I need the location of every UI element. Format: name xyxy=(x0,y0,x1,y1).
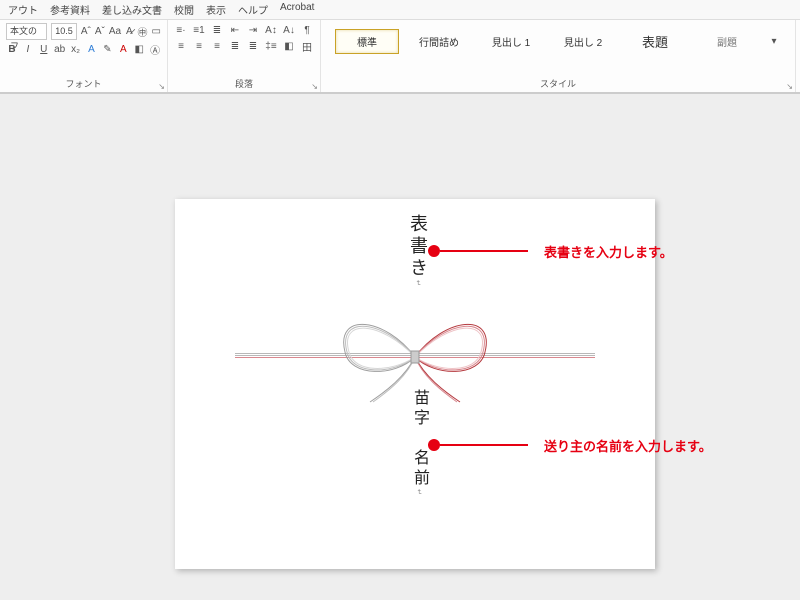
annotation-dot-2 xyxy=(428,439,440,451)
distributed-icon[interactable]: ≣ xyxy=(246,39,260,53)
name-text-value: 苗字 名前 xyxy=(411,389,428,489)
subsup-icon[interactable]: x₂ xyxy=(70,42,82,56)
group-paragraph: ≡· ≡1 ≣ ⇤ ⇥ A↕ A↓ ¶ ≡ ≡ ≡ ≣ ≣ ‡≡ ◧ xyxy=(168,20,321,92)
text-direction-icon[interactable]: A↕ xyxy=(264,23,278,37)
indent-inc-icon[interactable]: ⇥ xyxy=(246,23,260,37)
ribbon-tabs: アウト 参考資料 差し込み文書 校閲 表示 ヘルプ Acrobat xyxy=(0,0,800,19)
tab-acrobat[interactable]: Acrobat xyxy=(278,2,316,17)
increase-font-icon[interactable]: Aˆ xyxy=(81,25,91,39)
sort-icon[interactable]: A↓ xyxy=(282,23,296,37)
style-normal[interactable]: 標準 xyxy=(335,29,399,54)
enclose-icon[interactable]: Ⓐ xyxy=(149,42,161,56)
decrease-font-icon[interactable]: Aˇ xyxy=(95,25,105,39)
styles-more-icon[interactable]: ▾ xyxy=(767,35,781,49)
shading-icon[interactable]: ◧ xyxy=(282,39,296,53)
font-color-icon[interactable]: A xyxy=(117,42,129,56)
tab-mailings[interactable]: 差し込み文書 xyxy=(100,2,164,17)
showmarks-icon[interactable]: ¶ xyxy=(300,23,314,37)
texteffects-icon[interactable]: A xyxy=(86,42,98,56)
style-nospacing[interactable]: 行間詰め xyxy=(407,29,471,54)
align-left-icon[interactable]: ≡ xyxy=(174,39,188,53)
title-text-value: 表書き xyxy=(408,214,428,280)
group-font: 本文のフ 10.5 Aˆ Aˇ Aa A̷ ㊥ ▭ B I U ab x₂ A … xyxy=(0,20,168,92)
style-subtitle[interactable]: 副題 xyxy=(695,29,759,54)
font-name-select[interactable]: 本文のフ xyxy=(6,23,47,40)
highlight-icon[interactable]: ✎ xyxy=(101,42,113,56)
enclose-char-icon[interactable]: ㊥ xyxy=(138,25,148,39)
clear-format-icon[interactable]: A̷ xyxy=(125,25,133,39)
underline-icon[interactable]: U xyxy=(38,42,50,56)
style-title[interactable]: 表題 xyxy=(623,27,687,56)
tab-references[interactable]: 参考資料 xyxy=(48,2,92,17)
ribbon-body: 本文のフ 10.5 Aˆ Aˇ Aa A̷ ㊥ ▭ B I U ab x₂ A … xyxy=(0,19,800,92)
annotation-line-2 xyxy=(440,444,528,446)
strike-icon[interactable]: ab xyxy=(54,42,66,56)
numbering-icon[interactable]: ≡1 xyxy=(192,23,206,37)
char-shade-icon[interactable]: ◧ xyxy=(133,42,145,56)
group-styles: 標準 行間詰め 見出し 1 見出し 2 表題 副題 ▾ スタイル xyxy=(321,20,796,92)
char-border-icon[interactable]: ▭ xyxy=(152,25,161,39)
italic-icon[interactable]: I xyxy=(22,42,34,56)
line-spacing-icon[interactable]: ‡≡ xyxy=(264,39,278,53)
style-heading2[interactable]: 見出し 2 xyxy=(551,29,615,54)
tab-review[interactable]: 校閲 xyxy=(172,2,196,17)
annotation-label-1: 表書きを入力します。 xyxy=(544,242,673,261)
phonetic-guide-icon[interactable]: Aa xyxy=(109,25,121,39)
bold-icon[interactable]: B xyxy=(6,42,18,56)
group-styles-label: スタイル xyxy=(327,75,789,90)
cr-mark-icon: ↵ xyxy=(415,489,423,499)
indent-dec-icon[interactable]: ⇤ xyxy=(228,23,242,37)
annotation-label-2: 送り主の名前を入力します。 xyxy=(544,436,712,455)
style-heading1[interactable]: 見出し 1 xyxy=(479,29,543,54)
cr-mark-icon: ↵ xyxy=(414,280,422,290)
multilevel-icon[interactable]: ≣ xyxy=(210,23,224,37)
tab-help[interactable]: ヘルプ xyxy=(236,2,270,17)
annotation-dot-1 xyxy=(428,245,440,257)
annotation-line-1 xyxy=(440,250,528,252)
font-size-select[interactable]: 10.5 xyxy=(51,23,77,40)
tab-layout[interactable]: アウト xyxy=(6,2,40,17)
document-workspace: 表書き↵ xyxy=(0,94,800,600)
tab-view[interactable]: 表示 xyxy=(204,2,228,17)
group-editing: 🔍検索 ↔置換 ▭選択 編集 xyxy=(796,20,800,92)
group-font-label: フォント xyxy=(6,75,161,90)
ribbon: アウト 参考資料 差し込み文書 校閲 表示 ヘルプ Acrobat 本文のフ 1… xyxy=(0,0,800,94)
align-justify-icon[interactable]: ≣ xyxy=(228,39,242,53)
bullets-icon[interactable]: ≡· xyxy=(174,23,188,37)
align-right-icon[interactable]: ≡ xyxy=(210,39,224,53)
borders-icon[interactable]: 田 xyxy=(300,39,314,53)
group-paragraph-label: 段落 xyxy=(174,75,314,90)
align-center-icon[interactable]: ≡ xyxy=(192,39,206,53)
